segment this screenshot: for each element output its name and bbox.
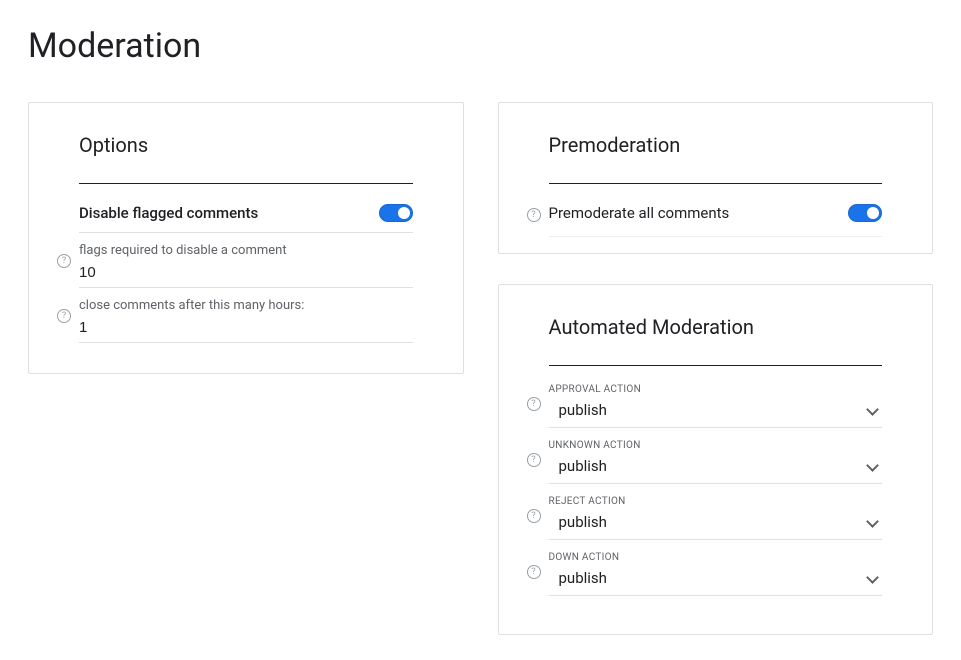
close-after-input[interactable] — [79, 317, 413, 342]
divider — [79, 183, 413, 184]
down-action-select[interactable]: publish — [549, 565, 883, 595]
reject-action-select[interactable]: publish — [549, 509, 883, 539]
approval-action-value: publish — [559, 401, 607, 419]
help-icon[interactable] — [527, 565, 541, 579]
flags-required-input[interactable] — [79, 262, 413, 287]
down-action-label: DOWN ACTION — [549, 552, 883, 563]
down-action-value: publish — [559, 569, 607, 587]
divider — [549, 365, 883, 366]
premoderate-all-label: Premoderate all comments — [549, 204, 730, 222]
options-card: Options Disable flagged comments flags r… — [28, 102, 464, 374]
options-card-title: Options — [79, 133, 413, 157]
premoderate-all-toggle[interactable] — [848, 204, 882, 222]
help-icon[interactable] — [527, 397, 541, 411]
premoderate-all-row: Premoderate all comments — [549, 198, 883, 232]
close-after-label: close comments after this many hours: — [79, 298, 413, 313]
premoderation-card: Premoderation Premoderate all comments — [498, 102, 934, 254]
divider — [549, 595, 883, 596]
disable-flagged-row: Disable flagged comments — [79, 198, 413, 232]
divider — [549, 427, 883, 428]
unknown-action-label: UNKNOWN ACTION — [549, 440, 883, 451]
reject-action-value: publish — [559, 513, 607, 531]
help-icon[interactable] — [527, 208, 541, 222]
help-icon[interactable] — [57, 309, 71, 323]
reject-action-label: REJECT ACTION — [549, 496, 883, 507]
premoderation-card-title: Premoderation — [549, 133, 883, 157]
close-after-field: close comments after this many hours: — [79, 288, 413, 343]
disable-flagged-label: Disable flagged comments — [79, 204, 258, 222]
chevron-down-icon — [868, 573, 878, 583]
reject-action-field: REJECT ACTION publish — [549, 492, 883, 540]
flags-required-field: flags required to disable a comment — [79, 233, 413, 288]
chevron-down-icon — [868, 517, 878, 527]
divider — [549, 483, 883, 484]
approval-action-select[interactable]: publish — [549, 397, 883, 427]
disable-flagged-toggle[interactable] — [379, 204, 413, 222]
help-icon[interactable] — [527, 509, 541, 523]
flags-required-label: flags required to disable a comment — [79, 243, 413, 258]
down-action-field: DOWN ACTION publish — [549, 548, 883, 596]
approval-action-label: APPROVAL ACTION — [549, 384, 883, 395]
unknown-action-select[interactable]: publish — [549, 453, 883, 483]
unknown-action-field: UNKNOWN ACTION publish — [549, 436, 883, 484]
automated-moderation-card-title: Automated Moderation — [549, 315, 883, 339]
divider — [79, 342, 413, 343]
chevron-down-icon — [868, 461, 878, 471]
unknown-action-value: publish — [559, 457, 607, 475]
divider — [549, 236, 883, 237]
chevron-down-icon — [868, 405, 878, 415]
help-icon[interactable] — [527, 453, 541, 467]
page-title: Moderation — [28, 26, 933, 66]
divider — [549, 539, 883, 540]
approval-action-field: APPROVAL ACTION publish — [549, 380, 883, 428]
divider — [549, 183, 883, 184]
automated-moderation-card: Automated Moderation APPROVAL ACTION pub… — [498, 284, 934, 635]
help-icon[interactable] — [57, 254, 71, 268]
